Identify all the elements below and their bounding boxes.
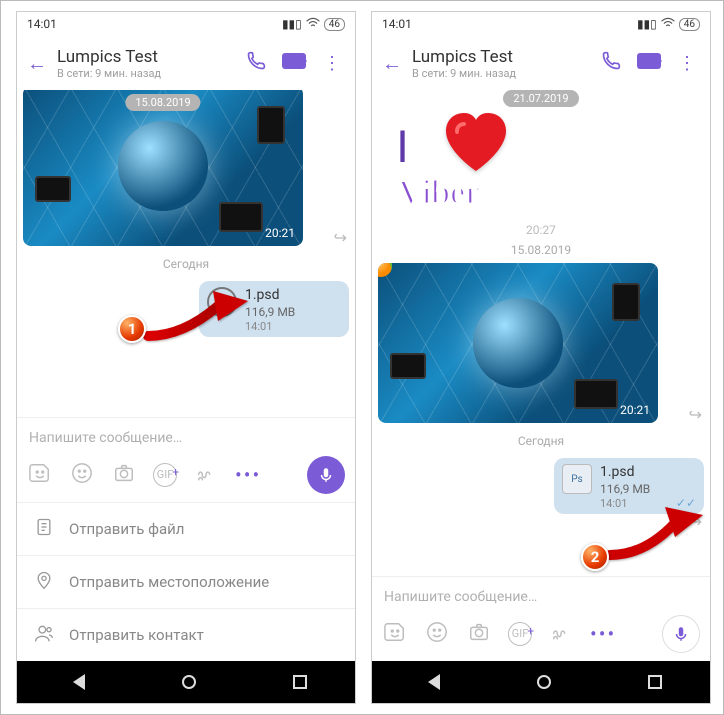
nav-recents-button[interactable] — [293, 675, 307, 689]
attach-location-label: Отправить местоположение — [69, 573, 269, 591]
nav-home-button[interactable] — [537, 675, 551, 689]
camera-icon[interactable] — [111, 462, 137, 489]
chat-header: ← Lumpics Test В сети: 9 мин. назад ⋮ — [17, 36, 355, 90]
callout-badge-1: 1 — [118, 315, 146, 343]
more-menu-button[interactable]: ⋮ — [672, 53, 702, 74]
video-call-button[interactable] — [634, 53, 664, 73]
nav-back-button[interactable] — [420, 674, 440, 690]
nav-home-button[interactable] — [182, 675, 196, 689]
sticker-text-brand: Viber — [398, 171, 480, 213]
voice-message-button[interactable] — [307, 456, 345, 494]
callout-arrow-1 — [143, 281, 253, 355]
contact-name: Lumpics Test — [57, 47, 233, 67]
chat-area[interactable]: 15.08.2019 20:21 ↪ Сегодня ✕ 1.psd 116,9… — [17, 90, 355, 417]
sticker-timestamp: 20:27 — [526, 223, 556, 237]
callout-badge-2: 2 — [581, 543, 609, 571]
location-icon — [33, 570, 55, 594]
phone-screenshot-right: 14:01 ▮▮▯ 46 ← Lumpics Test В сети: 9 ми… — [371, 11, 711, 704]
doodle-icon[interactable] — [193, 462, 219, 489]
attachment-menu: Отправить файл Отправить местоположение … — [17, 502, 355, 661]
contact-icon — [33, 623, 55, 647]
psd-file-icon: Ps — [562, 464, 592, 494]
emoji-icon[interactable] — [69, 462, 95, 489]
file-name: 1.psd — [600, 464, 650, 482]
wifi-icon — [306, 17, 320, 32]
header-title-block[interactable]: Lumpics Test В сети: 9 мин. назад — [412, 47, 588, 80]
image-timestamp: 20:21 — [620, 403, 650, 417]
image-message[interactable]: 20:21 — [378, 263, 658, 423]
back-button[interactable]: ← — [25, 51, 49, 76]
gif-icon[interactable]: GIF+ — [508, 622, 532, 646]
message-composer: Напишите сообщение… GIF+ ••• — [372, 576, 710, 661]
contact-status: В сети: 9 мин. назад — [57, 67, 233, 80]
battery-badge: 46 — [324, 18, 345, 31]
status-time: 14:01 — [27, 17, 57, 31]
wifi-icon — [661, 17, 675, 32]
sticker-icon[interactable] — [27, 462, 53, 489]
message-composer: Напишите сообщение… GIF+ ••• — [17, 417, 355, 502]
attach-contact-label: Отправить контакт — [69, 626, 204, 644]
heart-icon — [444, 113, 508, 171]
image-timestamp: 20:21 — [265, 226, 295, 240]
forward-icon[interactable]: ↪ — [689, 405, 702, 424]
phone-screenshot-left: 14:01 ▮▮▯ 46 ← Lumpics Test В сети: 9 ми… — [16, 11, 356, 704]
image-thumbnail — [378, 263, 658, 423]
android-nav-bar — [17, 661, 355, 703]
more-attachments-button[interactable]: ••• — [235, 463, 261, 487]
voice-call-button[interactable] — [596, 51, 626, 75]
more-attachments-button[interactable]: ••• — [590, 622, 616, 646]
contact-name: Lumpics Test — [412, 47, 588, 67]
callout-arrow-2 — [605, 495, 705, 569]
sticker-text-i: I — [392, 115, 413, 177]
status-bar: 14:01 ▮▮▯ 46 — [372, 12, 710, 36]
emoji-icon[interactable] — [424, 621, 450, 648]
camera-icon[interactable] — [466, 621, 492, 648]
date-pill-top: 21.07.2019 — [503, 90, 578, 107]
chat-header: ← Lumpics Test В сети: 9 мин. назад ⋮ — [372, 36, 710, 90]
doodle-icon[interactable] — [548, 621, 574, 648]
voice-call-button[interactable] — [241, 51, 271, 75]
file-icon — [33, 517, 55, 541]
gif-icon[interactable]: GIF+ — [153, 463, 177, 487]
date-separator-today: Сегодня — [163, 257, 209, 271]
voice-message-button[interactable] — [662, 615, 700, 653]
attach-file-label: Отправить файл — [69, 520, 184, 538]
forward-icon[interactable]: ↪ — [334, 228, 347, 247]
signal-icon: ▮▮▯ — [637, 17, 657, 31]
sticker-message[interactable]: I Viber — [386, 115, 556, 225]
contact-status: В сети: 9 мин. назад — [412, 67, 588, 80]
nav-recents-button[interactable] — [648, 675, 662, 689]
video-call-button[interactable] — [279, 53, 309, 73]
signal-icon: ▮▮▯ — [282, 17, 302, 31]
android-nav-bar — [372, 661, 710, 703]
attach-send-file[interactable]: Отправить файл — [17, 503, 355, 555]
attach-send-location[interactable]: Отправить местоположение — [17, 556, 355, 608]
image-message[interactable]: 15.08.2019 20:21 — [23, 90, 303, 246]
back-button[interactable]: ← — [380, 51, 404, 76]
message-input[interactable]: Напишите сообщение… — [382, 585, 700, 615]
nav-back-button[interactable] — [65, 674, 85, 690]
header-title-block[interactable]: Lumpics Test В сети: 9 мин. назад — [57, 47, 233, 80]
attach-send-contact[interactable]: Отправить контакт — [17, 609, 355, 661]
image-thumbnail — [23, 90, 303, 246]
date-separator-mid: 15.08.2019 — [511, 243, 571, 257]
message-input[interactable]: Напишите сообщение… — [27, 426, 345, 456]
status-bar: 14:01 ▮▮▯ 46 — [17, 12, 355, 36]
battery-badge: 46 — [679, 18, 700, 31]
status-time: 14:01 — [382, 17, 412, 31]
date-separator-today: Сегодня — [518, 434, 564, 448]
more-menu-button[interactable]: ⋮ — [317, 53, 347, 74]
image-date-pill: 15.08.2019 — [125, 94, 200, 111]
sticker-icon[interactable] — [382, 621, 408, 648]
